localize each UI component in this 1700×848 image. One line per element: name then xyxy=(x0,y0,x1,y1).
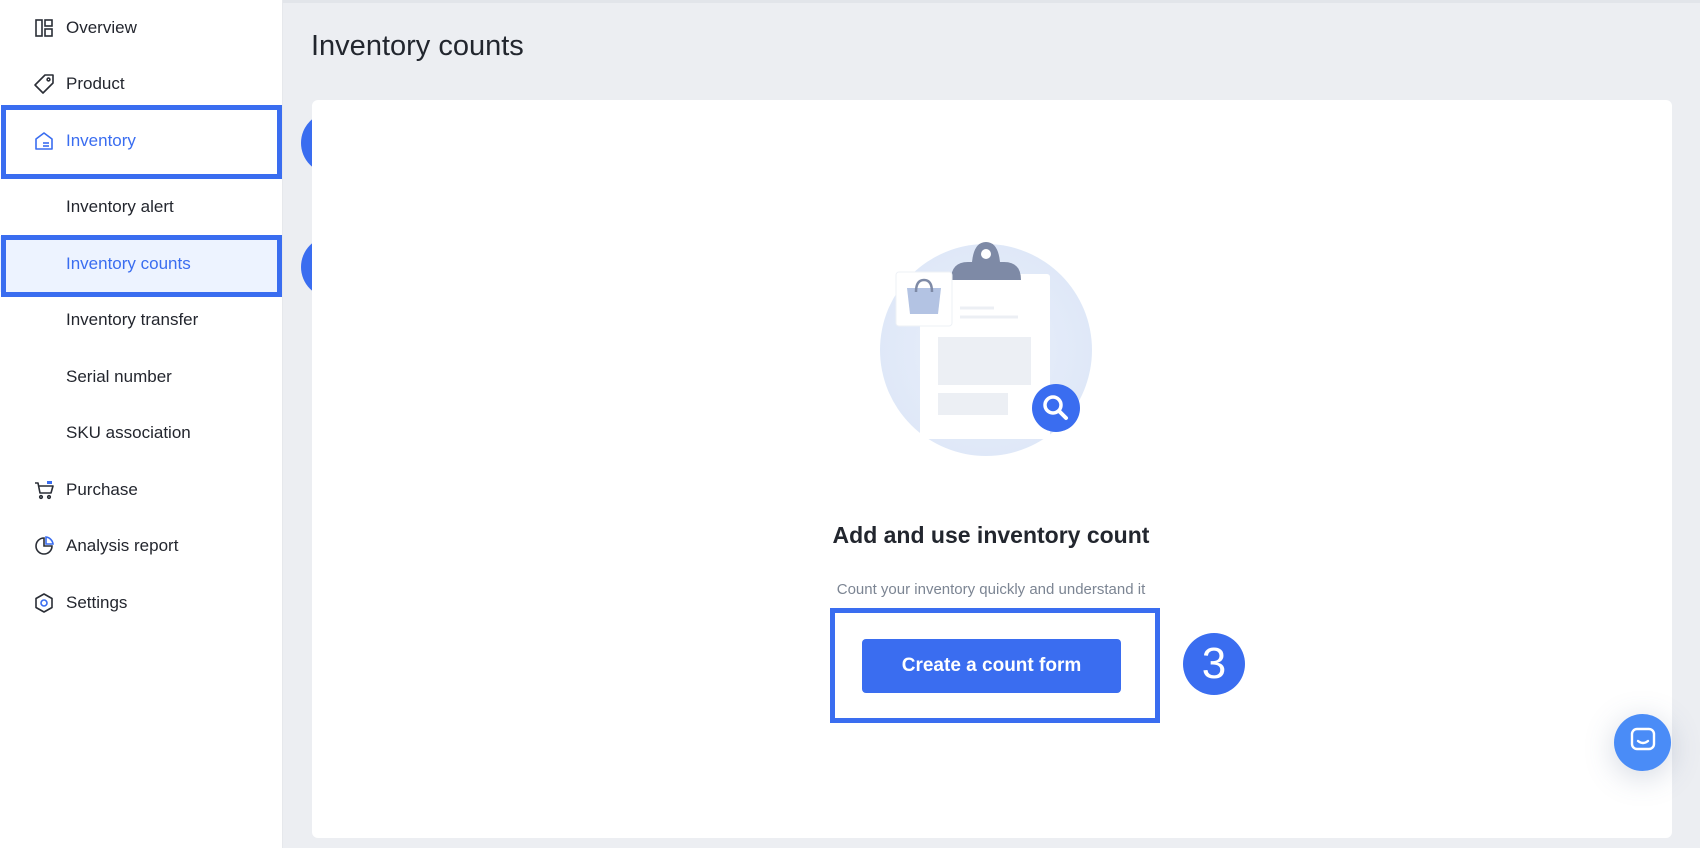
sidebar-item-label: Overview xyxy=(66,18,137,37)
sidebar: Overview Product Inventory Inventory ale… xyxy=(0,0,283,848)
settings-hexagon-icon xyxy=(33,592,55,614)
chat-launcher-button[interactable] xyxy=(1614,714,1671,771)
sidebar-item-label: Settings xyxy=(66,593,128,612)
sidebar-item-label: Inventory alert xyxy=(66,197,174,216)
chat-bubble-icon xyxy=(1629,726,1657,759)
dashboard-icon xyxy=(33,17,55,39)
sidebar-item-sku-association[interactable]: SKU association xyxy=(0,405,281,461)
empty-state-card xyxy=(312,100,1672,838)
page-title: Inventory counts xyxy=(311,30,524,62)
sidebar-item-label: Inventory counts xyxy=(66,254,191,273)
sidebar-item-inventory-alert[interactable]: Inventory alert xyxy=(0,179,281,235)
empty-state-subtitle: Count your inventory quickly and underst… xyxy=(836,581,1146,598)
cart-icon xyxy=(33,479,55,501)
sidebar-item-label: Product xyxy=(66,74,125,93)
warehouse-icon xyxy=(33,130,55,152)
pie-chart-icon xyxy=(33,535,55,557)
sidebar-item-inventory[interactable]: Inventory xyxy=(0,113,281,169)
sidebar-item-inventory-transfer[interactable]: Inventory transfer xyxy=(0,292,281,348)
step-badge-3: 3 xyxy=(1183,633,1245,695)
sidebar-item-overview[interactable]: Overview xyxy=(0,0,281,56)
sidebar-item-analysis-report[interactable]: Analysis report xyxy=(0,518,281,574)
sidebar-item-product[interactable]: Product xyxy=(0,56,281,112)
sidebar-item-inventory-counts[interactable]: Inventory counts xyxy=(0,236,281,292)
sidebar-item-label: Serial number xyxy=(66,367,172,386)
sidebar-item-label: Inventory xyxy=(66,131,136,150)
tag-icon xyxy=(33,73,55,95)
sidebar-item-settings[interactable]: Settings xyxy=(0,575,281,631)
sidebar-item-label: SKU association xyxy=(66,423,191,442)
sidebar-item-label: Purchase xyxy=(66,480,138,499)
sidebar-item-label: Inventory transfer xyxy=(66,310,199,329)
clipboard-search-illustration xyxy=(878,232,1098,462)
create-count-form-button[interactable]: Create a count form xyxy=(862,639,1121,693)
sidebar-item-label: Analysis report xyxy=(66,536,179,555)
empty-state-title: Add and use inventory count xyxy=(832,522,1150,548)
sidebar-item-purchase[interactable]: Purchase xyxy=(0,462,281,518)
sidebar-item-serial-number[interactable]: Serial number xyxy=(0,349,281,405)
